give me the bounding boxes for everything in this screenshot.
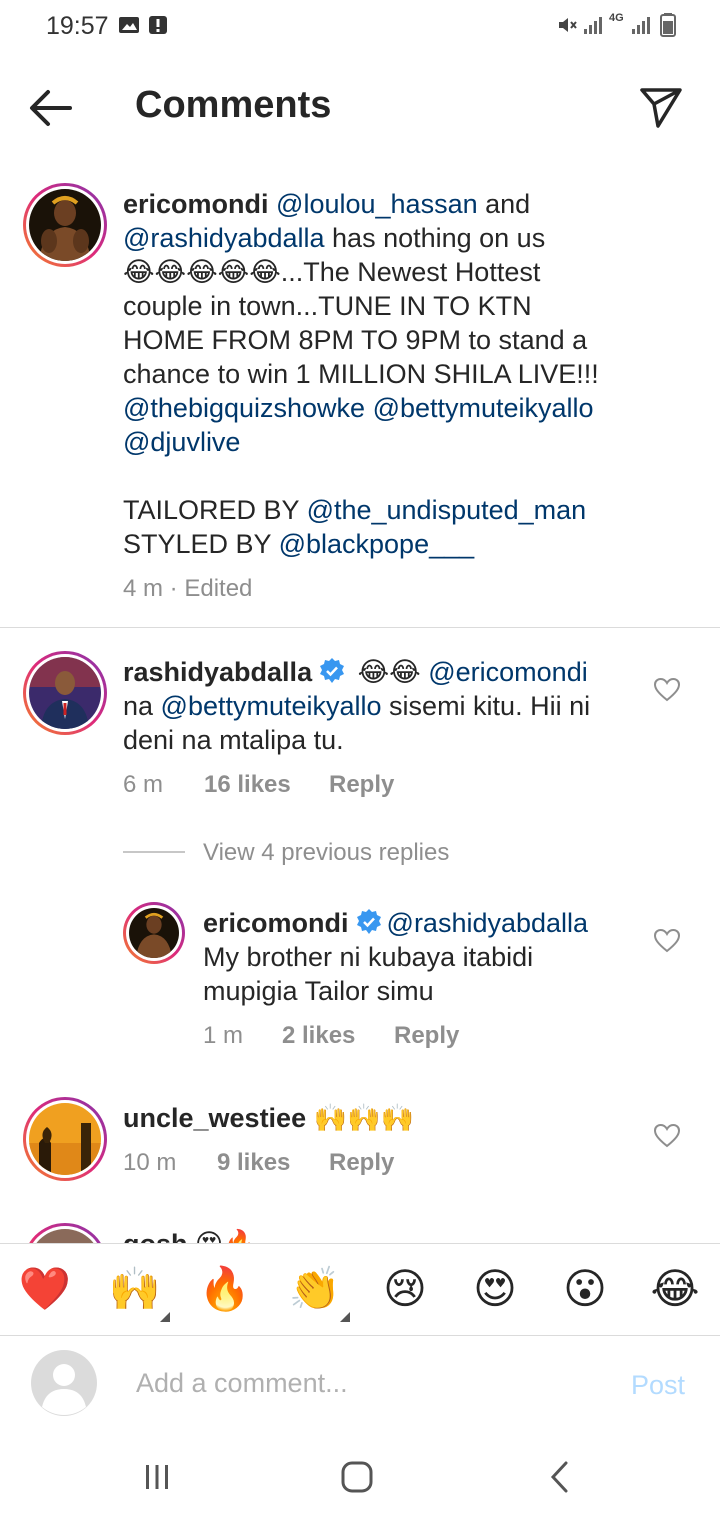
mention-link[interactable]: @djuvlive bbox=[123, 427, 240, 457]
profile-photo-uncle-westiee bbox=[29, 1103, 101, 1175]
comment-fragment: na bbox=[123, 691, 161, 721]
comment-input[interactable]: Add a comment... bbox=[136, 1368, 348, 1399]
gallery-notification-icon bbox=[119, 17, 139, 33]
skin-tone-caret-icon bbox=[160, 1312, 170, 1322]
mention-link[interactable]: @rashidyabdalla bbox=[123, 223, 325, 253]
view-previous-replies[interactable]: View 4 previous replies bbox=[203, 839, 449, 867]
user-avatar-placeholder bbox=[31, 1350, 97, 1416]
back-nav-icon[interactable] bbox=[546, 1460, 572, 1494]
emoji-raised-hands[interactable]: 🙌 bbox=[107, 1264, 163, 1314]
mention-link[interactable]: @ericomondi bbox=[428, 657, 587, 687]
comment-text: rashidyabdalla 😂😂 @ericomondi na @bettym… bbox=[123, 655, 633, 757]
mention-link[interactable]: @bettymuteikyallo bbox=[373, 393, 594, 423]
caption-fragment: ...The Newest Hottest bbox=[280, 257, 541, 287]
heart-outline-icon[interactable] bbox=[653, 676, 681, 704]
back-arrow-icon[interactable] bbox=[24, 86, 76, 130]
reply-fragment: mupigia Tailor simu bbox=[203, 976, 434, 1006]
mention-link[interactable]: @the_undisputed_man bbox=[307, 495, 587, 525]
network-type-label: 4G bbox=[609, 12, 624, 24]
comment-emojis: 🙌🙌🙌 bbox=[313, 1103, 415, 1133]
reply-button[interactable]: Reply bbox=[394, 1022, 459, 1050]
reply-username[interactable]: ericomondi bbox=[203, 908, 349, 938]
mention-link[interactable]: @blackpope___ bbox=[279, 529, 475, 559]
avatar-ericomondi[interactable] bbox=[23, 183, 107, 267]
caption-emojis: 😂😂😂😂😂 bbox=[123, 257, 281, 287]
battery-icon bbox=[660, 13, 676, 37]
reply-likes[interactable]: 2 likes bbox=[282, 1022, 355, 1050]
emoji-fire[interactable]: 🔥 bbox=[197, 1264, 253, 1314]
emoji-clap[interactable]: 👏 bbox=[287, 1264, 343, 1314]
verified-badge-icon bbox=[356, 909, 381, 934]
comment-fragment: sisemi kitu. Hii ni bbox=[381, 691, 591, 721]
emoji-surprised[interactable]: 😮 bbox=[557, 1264, 613, 1314]
page-title: Comments bbox=[135, 84, 332, 126]
direct-message-icon[interactable] bbox=[636, 82, 684, 130]
comment-text: uncle_westiee 🙌🙌🙌 bbox=[123, 1101, 623, 1135]
mute-icon bbox=[559, 18, 577, 32]
comment-composer: Add a comment... Post bbox=[0, 1335, 720, 1436]
comment-time: 10 m bbox=[123, 1149, 177, 1176]
caption-text: ericomondi @loulou_hassan and @rashidyab… bbox=[123, 187, 703, 561]
heart-outline-icon[interactable] bbox=[653, 927, 681, 955]
comment-likes[interactable]: 9 likes bbox=[217, 1149, 290, 1177]
caption-line: chance to win 1 MILLION SHILA LIVE!!! bbox=[123, 359, 599, 389]
avatar-rashidyabdalla[interactable] bbox=[23, 651, 107, 735]
caption-line: HOME FROM 8PM TO 9PM to stand a bbox=[123, 325, 588, 355]
comment-likes[interactable]: 16 likes bbox=[204, 771, 291, 799]
avatar-uncle-westiee[interactable] bbox=[23, 1097, 107, 1181]
reply-button[interactable]: Reply bbox=[329, 771, 394, 799]
status-time: 19:57 bbox=[46, 12, 109, 40]
header: Comments bbox=[0, 60, 720, 156]
heart-outline-icon[interactable] bbox=[653, 1122, 681, 1150]
profile-photo-ericomondi bbox=[129, 908, 179, 958]
comment-username[interactable]: rashidyabdalla bbox=[123, 657, 312, 687]
post-button[interactable]: Post bbox=[631, 1370, 685, 1401]
recent-apps-icon[interactable] bbox=[142, 1462, 172, 1492]
signal-icon-1 bbox=[584, 17, 602, 34]
caption-fragment: TAILORED BY bbox=[123, 495, 307, 525]
emoji-tears-of-joy[interactable]: 😂 bbox=[647, 1264, 703, 1314]
status-bar: 19:57 4G bbox=[0, 0, 720, 56]
comment-username[interactable]: uncle_westiee bbox=[123, 1103, 306, 1133]
emoji-quick-bar: ❤️ 🙌 🔥 👏 😢 😍 😮 😂 bbox=[0, 1243, 720, 1336]
divider bbox=[0, 627, 720, 628]
comment-emojis: 😂😂 bbox=[357, 657, 421, 687]
emoji-heart[interactable]: ❤️ bbox=[17, 1264, 73, 1314]
system-nav-bar bbox=[0, 1436, 720, 1520]
mention-link[interactable]: @bettymuteikyallo bbox=[161, 691, 382, 721]
profile-photo-rashidyabdalla bbox=[29, 657, 101, 729]
caption-fragment: and bbox=[477, 189, 531, 219]
reply-text: ericomondi @rashidyabdalla My brother ni … bbox=[203, 906, 643, 1008]
emoji-crying[interactable]: 😢 bbox=[377, 1264, 433, 1314]
mention-link[interactable]: @rashidyabdalla bbox=[387, 908, 589, 938]
comment-time: 6 m bbox=[123, 771, 164, 798]
verified-badge-icon bbox=[320, 658, 345, 683]
comment-fragment: deni na mtalipa tu. bbox=[123, 725, 344, 755]
caption-meta: 4 m · Edited bbox=[123, 575, 253, 602]
replies-line bbox=[123, 851, 185, 853]
reply-button[interactable]: Reply bbox=[329, 1149, 394, 1177]
reply-fragment: My brother ni kubaya itabidi bbox=[203, 942, 534, 972]
caption-line: couple in town...TUNE IN TO KTN bbox=[123, 291, 532, 321]
mention-link[interactable]: @loulou_hassan bbox=[276, 189, 478, 219]
caption-fragment: STYLED BY bbox=[123, 529, 279, 559]
caption-username[interactable]: ericomondi bbox=[123, 189, 269, 219]
home-icon[interactable] bbox=[340, 1460, 374, 1494]
alert-notification-icon bbox=[149, 16, 167, 34]
emoji-heart-eyes[interactable]: 😍 bbox=[467, 1264, 523, 1314]
reply-time: 1 m bbox=[203, 1022, 244, 1049]
mention-link[interactable]: @thebigquizshowke bbox=[123, 393, 365, 423]
signal-icon-2 bbox=[632, 17, 650, 34]
avatar-ericomondi-reply[interactable] bbox=[123, 902, 185, 964]
caption-fragment: has nothing on us bbox=[324, 223, 546, 253]
profile-photo-ericomondi bbox=[29, 189, 101, 261]
skin-tone-caret-icon bbox=[340, 1312, 350, 1322]
